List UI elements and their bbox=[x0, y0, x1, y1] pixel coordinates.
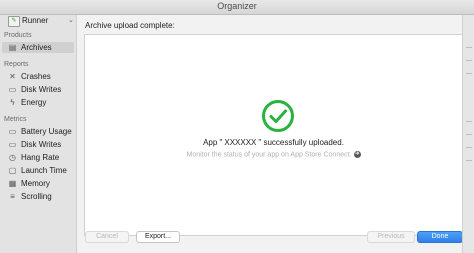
sidebar-item-energy[interactable]: ϟ Energy bbox=[2, 97, 74, 108]
upload-success-message: App " XXXXXX " successfully uploaded. bbox=[85, 138, 462, 147]
sidebar-item-label: Battery Usage bbox=[21, 127, 72, 136]
hammer-icon: ✎ bbox=[8, 16, 20, 27]
sidebar-item-label: Disk Writes bbox=[21, 85, 62, 94]
hint-text: Monitor the status of your app on App St… bbox=[186, 151, 352, 159]
cancel-button[interactable]: Cancel bbox=[85, 231, 129, 243]
sidebar-item-battery-usage[interactable]: ▭ Battery Usage bbox=[2, 126, 74, 137]
sidebar-item-crashes[interactable]: ✕ Crashes bbox=[2, 71, 74, 82]
previous-button[interactable]: Previous bbox=[367, 231, 415, 243]
sidebar-item-scrolling[interactable]: ≡ Scrolling bbox=[2, 191, 74, 202]
disk-writes-icon: ▭ bbox=[8, 140, 17, 149]
project-selector[interactable]: ✎ Runner ⌄ bbox=[2, 15, 74, 27]
result-panel: App " XXXXXX " successfully uploaded. Moni… bbox=[84, 34, 463, 236]
sidebar-item-label: Archives bbox=[21, 43, 52, 52]
energy-icon: ϟ bbox=[10, 98, 15, 107]
scrolling-icon: ≡ bbox=[10, 192, 15, 201]
done-button[interactable]: Done bbox=[417, 231, 463, 243]
upload-sheet: Archive upload complete: App " XXXXXX " su… bbox=[77, 15, 463, 253]
title-bar: Organizer bbox=[0, 0, 474, 15]
content-area: Archive upload complete: App " XXXXXX " su… bbox=[77, 15, 474, 253]
battery-icon: ▭ bbox=[8, 127, 17, 136]
chevron-down-icon: ⌄ bbox=[68, 17, 74, 24]
sidebar: ✎ Runner ⌄ Products ▤ Archives Reports ✕… bbox=[0, 15, 77, 253]
memory-icon: ▦ bbox=[8, 179, 17, 188]
sidebar-item-label: Disk Writes bbox=[21, 140, 62, 149]
sidebar-item-label: Energy bbox=[21, 98, 47, 107]
crash-icon: ✕ bbox=[9, 72, 16, 81]
disk-writes-icon: ▭ bbox=[8, 85, 17, 94]
section-products: Products bbox=[4, 32, 32, 39]
sidebar-item-hang-rate[interactable]: ◷ Hang Rate bbox=[2, 152, 74, 163]
message-prefix: App " bbox=[203, 138, 223, 147]
arrow-right-circle-icon[interactable]: ➜ bbox=[353, 151, 361, 158]
archive-icon: ▤ bbox=[8, 43, 17, 52]
app-store-connect-hint[interactable]: Monitor the status of your app on App St… bbox=[85, 151, 462, 158]
project-name: Runner bbox=[22, 16, 49, 25]
sidebar-item-launch-time[interactable]: ▢ Launch Time bbox=[2, 165, 74, 176]
sidebar-item-label: Hang Rate bbox=[21, 153, 60, 162]
sidebar-item-disk-writes-report[interactable]: ▭ Disk Writes bbox=[2, 84, 74, 95]
sidebar-item-disk-writes-metric[interactable]: ▭ Disk Writes bbox=[2, 139, 74, 150]
sidebar-item-label: Crashes bbox=[21, 72, 51, 81]
sheet-heading: Archive upload complete: bbox=[85, 21, 175, 30]
section-metrics: Metrics bbox=[4, 116, 27, 123]
sidebar-item-label: Launch Time bbox=[21, 166, 67, 175]
message-suffix: " successfully uploaded. bbox=[258, 138, 344, 147]
hang-rate-icon: ◷ bbox=[9, 153, 16, 162]
export-button[interactable]: Export... bbox=[136, 231, 180, 243]
organizer-window: Organizer ✎ Runner ⌄ Products ▤ Archives… bbox=[0, 0, 474, 253]
inspector-strip bbox=[462, 15, 474, 253]
section-reports: Reports bbox=[4, 61, 29, 68]
sidebar-item-archives[interactable]: ▤ Archives bbox=[2, 42, 74, 53]
app-name: XXXXXX bbox=[224, 138, 257, 147]
sidebar-item-memory[interactable]: ▦ Memory bbox=[2, 178, 74, 189]
sidebar-item-label: Memory bbox=[21, 179, 50, 188]
launch-time-icon: ▢ bbox=[8, 166, 17, 175]
sidebar-item-label: Scrolling bbox=[21, 192, 52, 201]
window-title: Organizer bbox=[217, 1, 257, 11]
success-checkmark-icon bbox=[262, 100, 294, 132]
